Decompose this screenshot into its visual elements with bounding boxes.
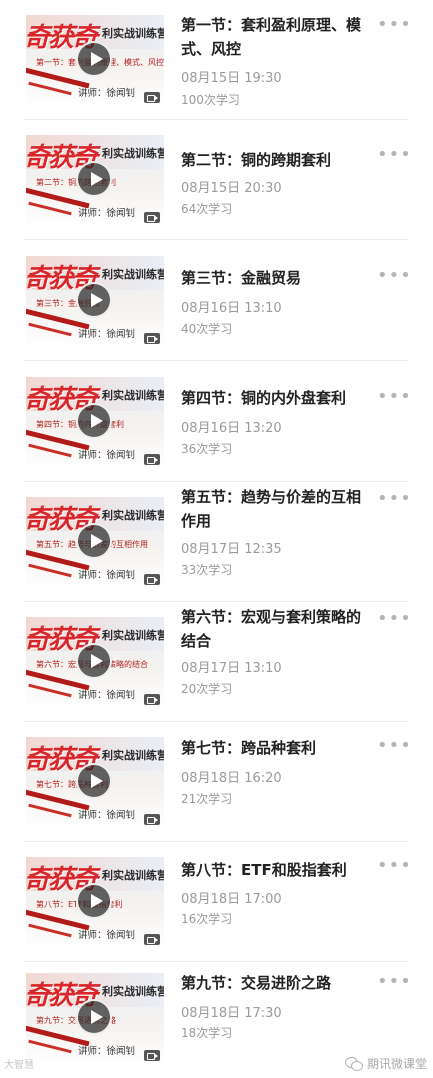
lesson-title[interactable]: 第一节：套利盈利原理、模式、风控 xyxy=(181,13,371,61)
thumbnail-banner: 利实战训练营 xyxy=(102,389,164,402)
play-icon[interactable] xyxy=(76,161,112,197)
more-options-icon[interactable]: ••• xyxy=(377,857,411,879)
lesson-date: 08月15日 19:30 xyxy=(181,71,282,86)
lesson-study-count: 16次学习 xyxy=(181,912,233,926)
play-icon[interactable] xyxy=(76,41,112,77)
video-thumbnail[interactable]: 奇获奇 利实战训练营 第一节：套利盈利原理、模式、风控 讲师：徐闻钊 xyxy=(26,15,164,107)
video-camera-icon xyxy=(144,333,160,344)
more-options-icon[interactable]: ••• xyxy=(377,610,411,632)
more-options-icon[interactable]: ••• xyxy=(377,737,411,759)
play-icon[interactable] xyxy=(76,523,112,559)
lesson-title[interactable]: 第四节：铜的内外盘套利 xyxy=(181,386,371,410)
thumbnail-lecturer: 讲师：徐闻钊 xyxy=(78,450,136,461)
more-options-icon[interactable]: ••• xyxy=(377,146,411,168)
lesson-study-count: 36次学习 xyxy=(181,442,233,456)
play-icon[interactable] xyxy=(76,763,112,799)
lesson-title[interactable]: 第七节：跨品种套利 xyxy=(181,736,371,760)
video-thumbnail[interactable]: 奇获奇 利实战训练营 第二节：铜的跨期套利 讲师：徐闻钊 xyxy=(26,135,164,227)
thumbnail-banner: 利实战训练营 xyxy=(102,147,164,160)
lesson-date: 08月15日 20:30 xyxy=(181,181,282,196)
more-options-icon[interactable]: ••• xyxy=(377,388,411,410)
lesson-title[interactable]: 第五节：趋势与价差的互相作用 xyxy=(181,485,371,533)
video-camera-icon xyxy=(144,92,160,103)
more-options-icon[interactable]: ••• xyxy=(377,490,411,512)
lesson-date: 08月16日 13:10 xyxy=(181,301,282,316)
list-item[interactable]: 奇获奇 利实战训练营 第一节：套利盈利原理、模式、风控 讲师：徐闻钊 第一节：套… xyxy=(0,0,433,120)
thumbnail-lecturer: 讲师：徐闻钊 xyxy=(78,810,136,821)
thumbnail-lecturer: 讲师：徐闻钊 xyxy=(78,690,136,701)
list-item[interactable]: 奇获奇 利实战训练营 第三节：金融贸易 讲师：徐闻钊 第三节：金融贸易 08月1… xyxy=(0,241,433,361)
watermark-right-label: 期讯微课堂 xyxy=(367,1057,428,1071)
wechat-icon xyxy=(345,1057,363,1071)
lesson-title[interactable]: 第六节：宏观与套利策略的结合 xyxy=(181,605,371,653)
more-options-icon[interactable]: ••• xyxy=(377,16,411,38)
lesson-date: 08月18日 16:20 xyxy=(181,771,282,786)
lesson-study-count: 33次学习 xyxy=(181,563,233,577)
video-thumbnail[interactable]: 奇获奇 利实战训练营 第六节：宏观与套利策略的结合 讲师：徐闻钊 xyxy=(26,617,164,709)
lesson-study-count: 40次学习 xyxy=(181,322,233,336)
thumbnail-banner: 利实战训练营 xyxy=(102,869,164,882)
watermark-right: 期讯微课堂 xyxy=(345,1055,427,1072)
lesson-study-count: 21次学习 xyxy=(181,792,233,806)
lesson-title[interactable]: 第三节：金融贸易 xyxy=(181,266,371,290)
list-item[interactable]: 奇获奇 利实战训练营 第七节：跨品种套利 讲师：徐闻钊 第七节：跨品种套利 08… xyxy=(0,722,433,842)
thumbnail-banner: 利实战训练营 xyxy=(102,27,164,40)
thumbnail-lecturer: 讲师：徐闻钊 xyxy=(78,208,136,219)
video-thumbnail[interactable]: 奇获奇 利实战训练营 第三节：金融贸易 讲师：徐闻钊 xyxy=(26,256,164,348)
thumbnail-banner: 利实战训练营 xyxy=(102,268,164,281)
watermark-left: 大智慧 xyxy=(4,1060,34,1071)
lesson-title[interactable]: 第八节：ETF和股指套利 xyxy=(181,858,371,882)
lesson-date: 08月16日 13:20 xyxy=(181,421,282,436)
lesson-date: 08月17日 12:35 xyxy=(181,542,282,557)
list-item[interactable]: 奇获奇 利实战训练营 第六节：宏观与套利策略的结合 讲师：徐闻钊 第六节：宏观与… xyxy=(0,602,433,722)
lesson-date: 08月18日 17:30 xyxy=(181,1006,282,1021)
video-camera-icon xyxy=(144,934,160,945)
lesson-study-count: 20次学习 xyxy=(181,682,233,696)
list-item[interactable]: 奇获奇 利实战训练营 第二节：铜的跨期套利 讲师：徐闻钊 第二节：铜的跨期套利 … xyxy=(0,120,433,240)
lesson-study-count: 18次学习 xyxy=(181,1026,233,1040)
thumbnail-lecturer: 讲师：徐闻钊 xyxy=(78,329,136,340)
thumbnail-lecturer: 讲师：徐闻钊 xyxy=(78,88,136,99)
video-thumbnail[interactable]: 奇获奇 利实战训练营 第五节：趋势与价差的互相作用 讲师：徐闻钊 xyxy=(26,497,164,589)
thumbnail-banner: 利实战训练营 xyxy=(102,509,164,522)
play-icon[interactable] xyxy=(76,282,112,318)
play-icon[interactable] xyxy=(76,883,112,919)
play-icon[interactable] xyxy=(76,643,112,679)
thumbnail-banner: 利实战训练营 xyxy=(102,985,164,998)
video-camera-icon xyxy=(144,694,160,705)
thumbnail-banner: 利实战训练营 xyxy=(102,749,164,762)
video-camera-icon xyxy=(144,212,160,223)
lesson-title[interactable]: 第九节：交易进阶之路 xyxy=(181,971,371,995)
lesson-title[interactable]: 第二节：铜的跨期套利 xyxy=(181,148,371,172)
video-thumbnail[interactable]: 奇获奇 利实战训练营 第七节：跨品种套利 讲师：徐闻钊 xyxy=(26,737,164,829)
more-options-icon[interactable]: ••• xyxy=(377,973,411,995)
video-thumbnail[interactable]: 奇获奇 利实战训练营 第九节：交易进阶之路 讲师：徐闻钊 xyxy=(26,973,164,1065)
lesson-study-count: 64次学习 xyxy=(181,202,233,216)
video-camera-icon xyxy=(144,814,160,825)
thumbnail-banner: 利实战训练营 xyxy=(102,629,164,642)
video-thumbnail[interactable]: 奇获奇 利实战训练营 第四节：铜的内外盘套利 讲师：徐闻钊 xyxy=(26,377,164,469)
video-camera-icon xyxy=(144,574,160,585)
list-item[interactable]: 奇获奇 利实战训练营 第八节：ETF和股指套利 讲师：徐闻钊 第八节：ETF和股… xyxy=(0,842,433,962)
video-camera-icon xyxy=(144,454,160,465)
play-icon[interactable] xyxy=(76,999,112,1035)
video-thumbnail[interactable]: 奇获奇 利实战训练营 第八节：ETF和股指套利 讲师：徐闻钊 xyxy=(26,857,164,949)
more-options-icon[interactable]: ••• xyxy=(377,267,411,289)
lesson-date: 08月17日 13:10 xyxy=(181,661,282,676)
thumbnail-lecturer: 讲师：徐闻钊 xyxy=(78,570,136,581)
thumbnail-lecturer: 讲师：徐闻钊 xyxy=(78,930,136,941)
list-item[interactable]: 奇获奇 利实战训练营 第四节：铜的内外盘套利 讲师：徐闻钊 第四节：铜的内外盘套… xyxy=(0,362,433,482)
play-icon[interactable] xyxy=(76,403,112,439)
video-camera-icon xyxy=(144,1050,160,1061)
thumbnail-lecturer: 讲师：徐闻钊 xyxy=(78,1046,136,1057)
lesson-study-count: 100次学习 xyxy=(181,93,240,107)
lesson-date: 08月18日 17:00 xyxy=(181,892,282,907)
list-item[interactable]: 奇获奇 利实战训练营 第五节：趋势与价差的互相作用 讲师：徐闻钊 第五节：趋势与… xyxy=(0,482,433,602)
